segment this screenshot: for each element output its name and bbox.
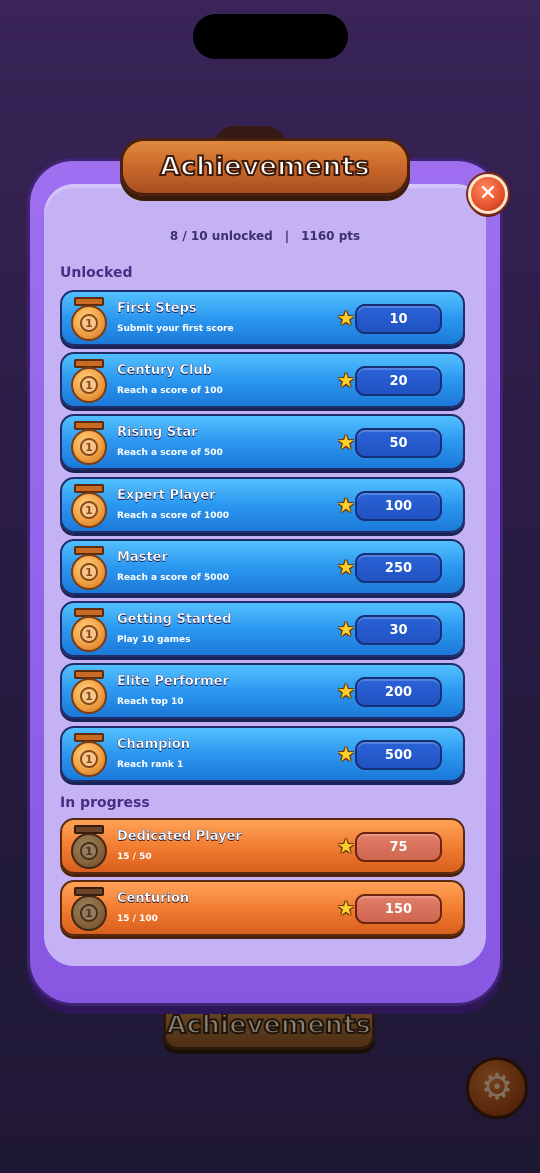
close-icon: ✕ xyxy=(478,181,498,206)
section-label-unlocked: Unlocked xyxy=(60,265,133,281)
achievement-name: Elite Performer xyxy=(117,674,229,689)
achievement-card[interactable]: 1 Expert Player Reach a score of 1000 ★ … xyxy=(60,477,465,533)
achievement-description: Reach top 10 xyxy=(117,697,184,707)
medal-icon: 1 xyxy=(70,297,108,343)
device-notch xyxy=(193,14,348,59)
achievement-points: 50 xyxy=(355,428,442,458)
medal-icon: 1 xyxy=(70,608,108,654)
close-button[interactable]: ✕ xyxy=(468,174,508,214)
medal-icon: 1 xyxy=(70,825,108,871)
achievement-points: 30 xyxy=(355,615,442,645)
achievement-name: Champion xyxy=(117,737,191,752)
achievement-card-in-progress[interactable]: 1 Dedicated Player 15 / 50 ★ 75 xyxy=(60,818,465,874)
achievement-name: Century Club xyxy=(117,363,213,378)
achievement-points: 500 xyxy=(355,740,442,770)
achievement-description: Reach a score of 100 xyxy=(117,386,223,396)
settings-button: ⚙ xyxy=(466,1057,528,1119)
section-label-in-progress: In progress xyxy=(60,795,150,811)
medal-icon: 1 xyxy=(70,359,108,405)
achievement-card-in-progress[interactable]: 1 Centurion 15 / 100 ★ 150 xyxy=(60,880,465,936)
achievement-description: Play 10 games xyxy=(117,635,191,645)
unlocked-count: 8 / 10 unlocked xyxy=(169,229,273,243)
achievement-description: Reach a score of 500 xyxy=(117,448,223,458)
medal-icon: 1 xyxy=(70,421,108,467)
achievement-name: Centurion xyxy=(117,891,190,906)
achievement-name: Dedicated Player xyxy=(117,829,242,844)
panel-title-banner: Achievements xyxy=(120,138,410,196)
achievement-card[interactable]: 1 First Steps Submit your first score ★ … xyxy=(60,290,465,346)
achievement-description: Reach a score of 5000 xyxy=(117,573,230,583)
achievement-points: 150 xyxy=(355,894,442,924)
achievement-description: Reach a score of 1000 xyxy=(117,511,230,521)
achievement-card[interactable]: 1 Rising Star Reach a score of 500 ★ 50 xyxy=(60,414,465,470)
achievement-card[interactable]: 1 Elite Performer Reach top 10 ★ 200 xyxy=(60,663,465,719)
achievement-points: 10 xyxy=(355,304,442,334)
achievement-name: Master xyxy=(117,550,168,565)
gear-icon: ⚙ xyxy=(480,1067,514,1108)
achievement-name: Expert Player xyxy=(117,488,216,503)
achievement-points: 250 xyxy=(355,553,442,583)
achievements-summary: 8 / 10 unlocked | 1160 pts xyxy=(44,229,486,243)
achievement-card[interactable]: 1 Century Club Reach a score of 100 ★ 20 xyxy=(60,352,465,408)
achievement-name: First Steps xyxy=(117,301,197,316)
medal-icon: 1 xyxy=(70,733,108,779)
achievement-points: 20 xyxy=(355,366,442,396)
achievement-name: Rising Star xyxy=(117,425,198,440)
total-points: 1160 pts xyxy=(301,229,361,243)
medal-icon: 1 xyxy=(70,670,108,716)
medal-icon: 1 xyxy=(70,484,108,530)
background-achievements-label: Achievements xyxy=(166,1009,372,1040)
achievement-points: 200 xyxy=(355,677,442,707)
achievement-card[interactable]: 1 Champion Reach rank 1 ★ 500 xyxy=(60,726,465,782)
achievement-points: 75 xyxy=(355,832,442,862)
achievement-card[interactable]: 1 Master Reach a score of 5000 ★ 250 xyxy=(60,539,465,595)
medal-icon: 1 xyxy=(70,546,108,592)
achievement-card[interactable]: 1 Getting Started Play 10 games ★ 30 xyxy=(60,601,465,657)
medal-icon: 1 xyxy=(70,887,108,933)
achievement-name: Getting Started xyxy=(117,612,232,627)
summary-separator: | xyxy=(284,229,290,243)
panel-title: Achievements xyxy=(159,151,371,183)
achievement-progress: 15 / 100 xyxy=(117,914,158,924)
achievement-description: Submit your first score xyxy=(117,324,234,334)
achievement-description: Reach rank 1 xyxy=(117,760,184,770)
achievement-progress: 15 / 50 xyxy=(117,852,152,862)
achievement-points: 100 xyxy=(355,491,442,521)
